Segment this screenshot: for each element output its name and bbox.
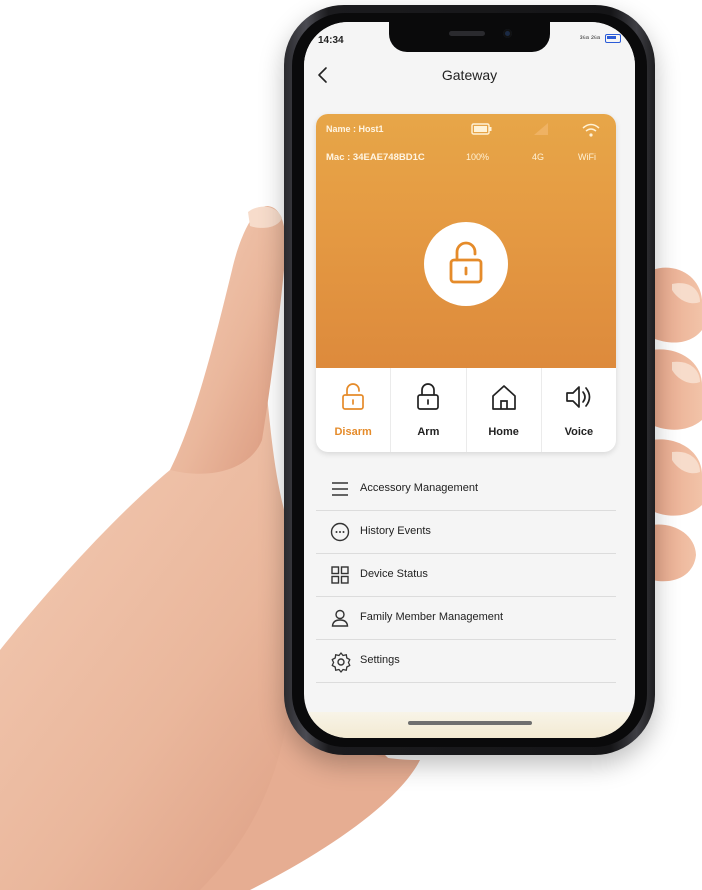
speaker-icon: [566, 386, 591, 408]
battery-icon: [605, 34, 621, 43]
locked-padlock-icon: [417, 383, 440, 410]
menu-item-label: Family Member Management: [360, 611, 504, 623]
arm-label: Arm: [417, 426, 440, 438]
battery-icon: [471, 123, 492, 135]
menu-item-accessory-management[interactable]: Accessory Management: [316, 468, 616, 511]
stage: 14:34 ³⁶ᵃ ²⁶ᵃ Gateway Name: Host1 Mac:…: [0, 0, 702, 890]
front-camera: [503, 29, 512, 38]
voice-label: Voice: [564, 426, 594, 438]
unlocked-padlock-icon: [342, 383, 364, 410]
gear-icon: [331, 652, 351, 673]
menu-item-label: History Events: [360, 525, 431, 537]
menu-item-device-status[interactable]: Device Status: [316, 554, 616, 597]
screen-bottom-strip: [304, 712, 635, 738]
settings-menu: Accessory Management History Events Devi…: [316, 468, 616, 683]
lock-toggle-button[interactable]: [424, 222, 508, 306]
house-icon: [491, 385, 516, 410]
phone-screen: 14:34 ³⁶ᵃ ²⁶ᵃ Gateway Name: Host1 Mac:…: [304, 22, 635, 738]
wifi-icon: [582, 123, 600, 137]
menu-item-label: Accessory Management: [360, 482, 478, 494]
wifi-value: WiFi: [578, 152, 596, 162]
notch: [389, 22, 550, 52]
cellular-signal-icon: [534, 123, 548, 135]
signal-value: 4G: [532, 152, 545, 162]
status-icons: ³⁶ᵃ ²⁶ᵃ: [580, 34, 621, 43]
menu-item-label: Device Status: [360, 568, 428, 580]
arm-button[interactable]: Arm: [391, 368, 467, 452]
menu-item-label: Settings: [360, 654, 400, 666]
mode-selector: Disarm Arm Home Voice: [316, 368, 616, 452]
menu-item-history-events[interactable]: History Events: [316, 511, 616, 554]
person-icon: [331, 609, 349, 627]
home-indicator[interactable]: [408, 721, 532, 725]
page-title: Gateway: [441, 67, 498, 83]
disarm-label: Disarm: [334, 426, 372, 438]
menu-item-family-member-management[interactable]: Family Member Management: [316, 597, 616, 640]
host-name: Name : Host1: [326, 124, 384, 134]
unlocked-padlock-icon: [449, 241, 483, 284]
network-indicator: ³⁶ᵃ ²⁶ᵃ: [579, 34, 600, 43]
gateway-card: Name : Host1 Mac : 34EAE748BD1C 100% 4G: [316, 114, 616, 452]
mac-address: Mac : 34EAE748BD1C: [326, 152, 425, 163]
hamburger-list-icon: [332, 482, 348, 496]
status-time: 14:34: [318, 35, 344, 46]
home-label: Home: [488, 426, 519, 438]
speaker-grille: [449, 31, 485, 36]
app-header: Gateway: [304, 54, 635, 98]
battery-value: 100%: [466, 152, 490, 162]
menu-item-settings[interactable]: Settings: [316, 640, 616, 683]
ellipsis-circle-icon: [330, 522, 350, 542]
grid-icon: [331, 566, 349, 584]
gateway-status-panel: Name : Host1 Mac : 34EAE748BD1C 100% 4G: [316, 114, 616, 368]
disarm-button[interactable]: Disarm: [316, 368, 392, 452]
phone-frame: 14:34 ³⁶ᵃ ²⁶ᵃ Gateway Name: Host1 Mac:…: [284, 5, 655, 755]
voice-button[interactable]: Voice: [542, 368, 616, 452]
home-button[interactable]: Home: [467, 368, 542, 452]
